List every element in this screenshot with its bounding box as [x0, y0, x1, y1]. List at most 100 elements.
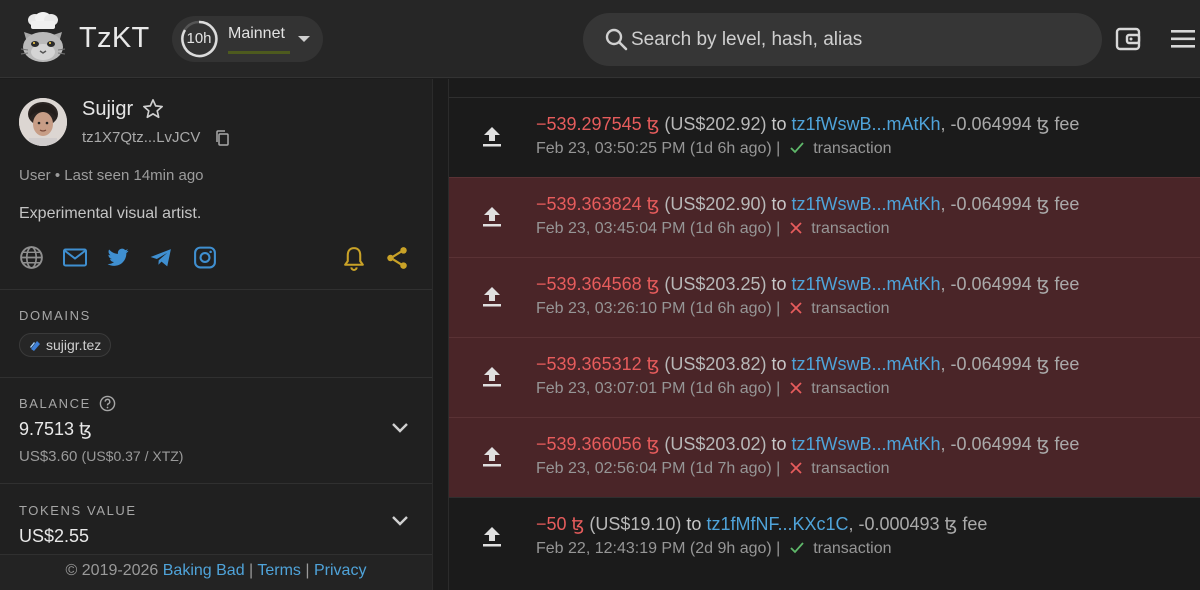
bell-icon[interactable]: [341, 245, 367, 272]
operation-fee: , -0.064994 ꜩ fee: [940, 274, 1080, 294]
footer-separator: |: [249, 562, 254, 579]
operation-usd: (US$202.92): [664, 114, 767, 134]
tokens-value: US$2.55: [19, 526, 90, 546]
operation-row[interactable]: −539.297545 ꜩ (US$202.92) to tz1fWswB...…: [449, 97, 1200, 177]
operation-to-label: to: [771, 354, 787, 374]
operations-list: −539.297545 ꜩ (US$202.92) to tz1fWswB...…: [448, 79, 1200, 590]
instagram-icon[interactable]: [192, 245, 218, 270]
operation-target-link[interactable]: tz1fWswB...mAtKh: [792, 194, 941, 214]
tzkt-cat-logo[interactable]: [18, 12, 68, 64]
section-divider: [0, 289, 432, 290]
outgoing-arrow-icon: [483, 287, 501, 307]
star-icon[interactable]: [142, 98, 164, 120]
operation-target-link[interactable]: tz1fWswB...mAtKh: [792, 354, 941, 374]
domain-chip[interactable]: sujigr.tez: [19, 333, 112, 357]
operation-time[interactable]: Feb 23, 03:45:04 PM (1d 6h ago): [536, 220, 772, 237]
operation-target-link[interactable]: tz1fWswB...mAtKh: [792, 434, 941, 454]
operation-to-label: to: [771, 194, 787, 214]
avatar: [19, 98, 67, 146]
check-icon: [789, 541, 805, 555]
operation-separator: |: [776, 300, 781, 317]
wallet-icon[interactable]: [1115, 26, 1141, 52]
operation-amount: −539.297545 ꜩ: [536, 114, 660, 134]
operation-meta: Feb 23, 03:45:04 PM (1d 6h ago) | transa…: [536, 220, 890, 238]
share-icon[interactable]: [384, 245, 410, 271]
operation-time[interactable]: Feb 23, 03:50:25 PM (1d 6h ago): [536, 140, 772, 157]
operation-amount: −539.366056 ꜩ: [536, 434, 660, 454]
operation-row[interactable]: −539.366056 ꜩ (US$203.02) to tz1fWswB...…: [449, 417, 1200, 497]
menu-icon[interactable]: [1170, 28, 1196, 50]
operation-target-link[interactable]: tz1fMfNF...KXc1C: [706, 514, 848, 534]
operation-kind: transaction: [811, 220, 890, 237]
operation-row[interactable]: −50 ꜩ (US$19.10) to tz1fMfNF...KXc1C, -0…: [449, 497, 1200, 577]
operation-meta: Feb 23, 03:26:10 PM (1d 6h ago) | transa…: [536, 300, 890, 318]
operation-to-label: to: [771, 114, 787, 134]
balance-usd: US$3.60 (US$0.37 / XTZ): [19, 448, 183, 465]
outgoing-arrow-icon: [483, 127, 501, 147]
operation-fee: , -0.064994 ꜩ fee: [940, 114, 1080, 134]
operation-row[interactable]: −539.363824 ꜩ (US$202.90) to tz1fWswB...…: [449, 177, 1200, 257]
operation-separator: |: [776, 460, 781, 477]
operation-fee: , -0.064994 ꜩ fee: [940, 434, 1080, 454]
panel-divider: [432, 79, 448, 590]
balance-title: BALANCE: [19, 396, 91, 411]
operation-usd: (US$203.02): [664, 434, 767, 454]
operation-time[interactable]: Feb 23, 02:56:04 PM (1d 7h ago): [536, 460, 772, 477]
operation-to-label: to: [771, 274, 787, 294]
footer-terms-link[interactable]: Terms: [257, 562, 301, 579]
telegram-icon[interactable]: [148, 245, 174, 270]
operation-fee: , -0.064994 ꜩ fee: [940, 354, 1080, 374]
search-input[interactable]: [631, 25, 1071, 54]
operation-row-partial: [449, 79, 1200, 97]
section-divider: [0, 377, 432, 378]
operation-to-label: to: [686, 514, 702, 534]
chevron-down-icon[interactable]: [391, 515, 409, 527]
chevron-down-icon: [298, 36, 310, 42]
operation-target-link[interactable]: tz1fWswB...mAtKh: [792, 274, 941, 294]
search-icon: [605, 28, 628, 51]
check-icon: [789, 141, 805, 155]
operation-time[interactable]: Feb 22, 12:43:19 PM (2d 9h ago): [536, 540, 772, 557]
twitter-icon[interactable]: [105, 245, 131, 270]
search-box[interactable]: [583, 13, 1102, 66]
operation-row[interactable]: −539.364568 ꜩ (US$203.25) to tz1fWswB...…: [449, 257, 1200, 337]
operation-kind: transaction: [813, 140, 892, 157]
footer-privacy-link[interactable]: Privacy: [314, 562, 366, 579]
operation-target-link[interactable]: tz1fWswB...mAtKh: [792, 114, 941, 134]
operation-separator: |: [776, 380, 781, 397]
outgoing-arrow-icon: [483, 367, 501, 387]
operation-fee: , -0.064994 ꜩ fee: [940, 194, 1080, 214]
operation-kind: transaction: [811, 380, 890, 397]
network-name: Mainnet: [228, 25, 285, 42]
operation-kind: transaction: [811, 300, 890, 317]
footer-separator: |: [305, 562, 310, 579]
account-bio: Experimental visual artist.: [19, 205, 202, 222]
operation-separator: |: [776, 540, 781, 557]
top-bar: TzKT 10h Mainnet: [0, 0, 1200, 78]
outgoing-arrow-icon: [483, 527, 501, 547]
mail-icon[interactable]: [62, 245, 88, 270]
footer-copyright: © 2019-2026: [65, 562, 159, 579]
copy-icon[interactable]: [215, 130, 229, 146]
globe-icon[interactable]: [19, 245, 44, 270]
operation-kind: transaction: [813, 540, 892, 557]
operation-summary: −539.363824 ꜩ (US$202.90) to tz1fWswB...…: [536, 194, 1079, 215]
domain-name: sujigr.tez: [46, 337, 102, 353]
operation-time[interactable]: Feb 23, 03:26:10 PM (1d 6h ago): [536, 300, 772, 317]
operation-separator: |: [776, 140, 781, 157]
footer-baking-bad-link[interactable]: Baking Bad: [163, 562, 245, 579]
operation-fee: , -0.000493 ꜩ fee: [848, 514, 988, 534]
network-underline: [228, 51, 290, 54]
chevron-down-icon[interactable]: [391, 422, 409, 434]
operation-row[interactable]: −539.365312 ꜩ (US$203.82) to tz1fWswB...…: [449, 337, 1200, 417]
operation-summary: −50 ꜩ (US$19.10) to tz1fMfNF...KXc1C, -0…: [536, 514, 987, 535]
cross-icon: [789, 301, 803, 315]
operation-meta: Feb 23, 03:50:25 PM (1d 6h ago) | transa…: [536, 140, 892, 158]
tezos-domain-icon: [30, 341, 40, 351]
operation-time[interactable]: Feb 23, 03:07:01 PM (1d 6h ago): [536, 380, 772, 397]
operation-summary: −539.365312 ꜩ (US$203.82) to tz1fWswB...…: [536, 354, 1079, 375]
help-icon[interactable]: [99, 395, 116, 412]
network-selector[interactable]: 10h Mainnet: [172, 16, 323, 62]
operation-amount: −539.363824 ꜩ: [536, 194, 660, 214]
brand-name[interactable]: TzKT: [79, 22, 149, 55]
